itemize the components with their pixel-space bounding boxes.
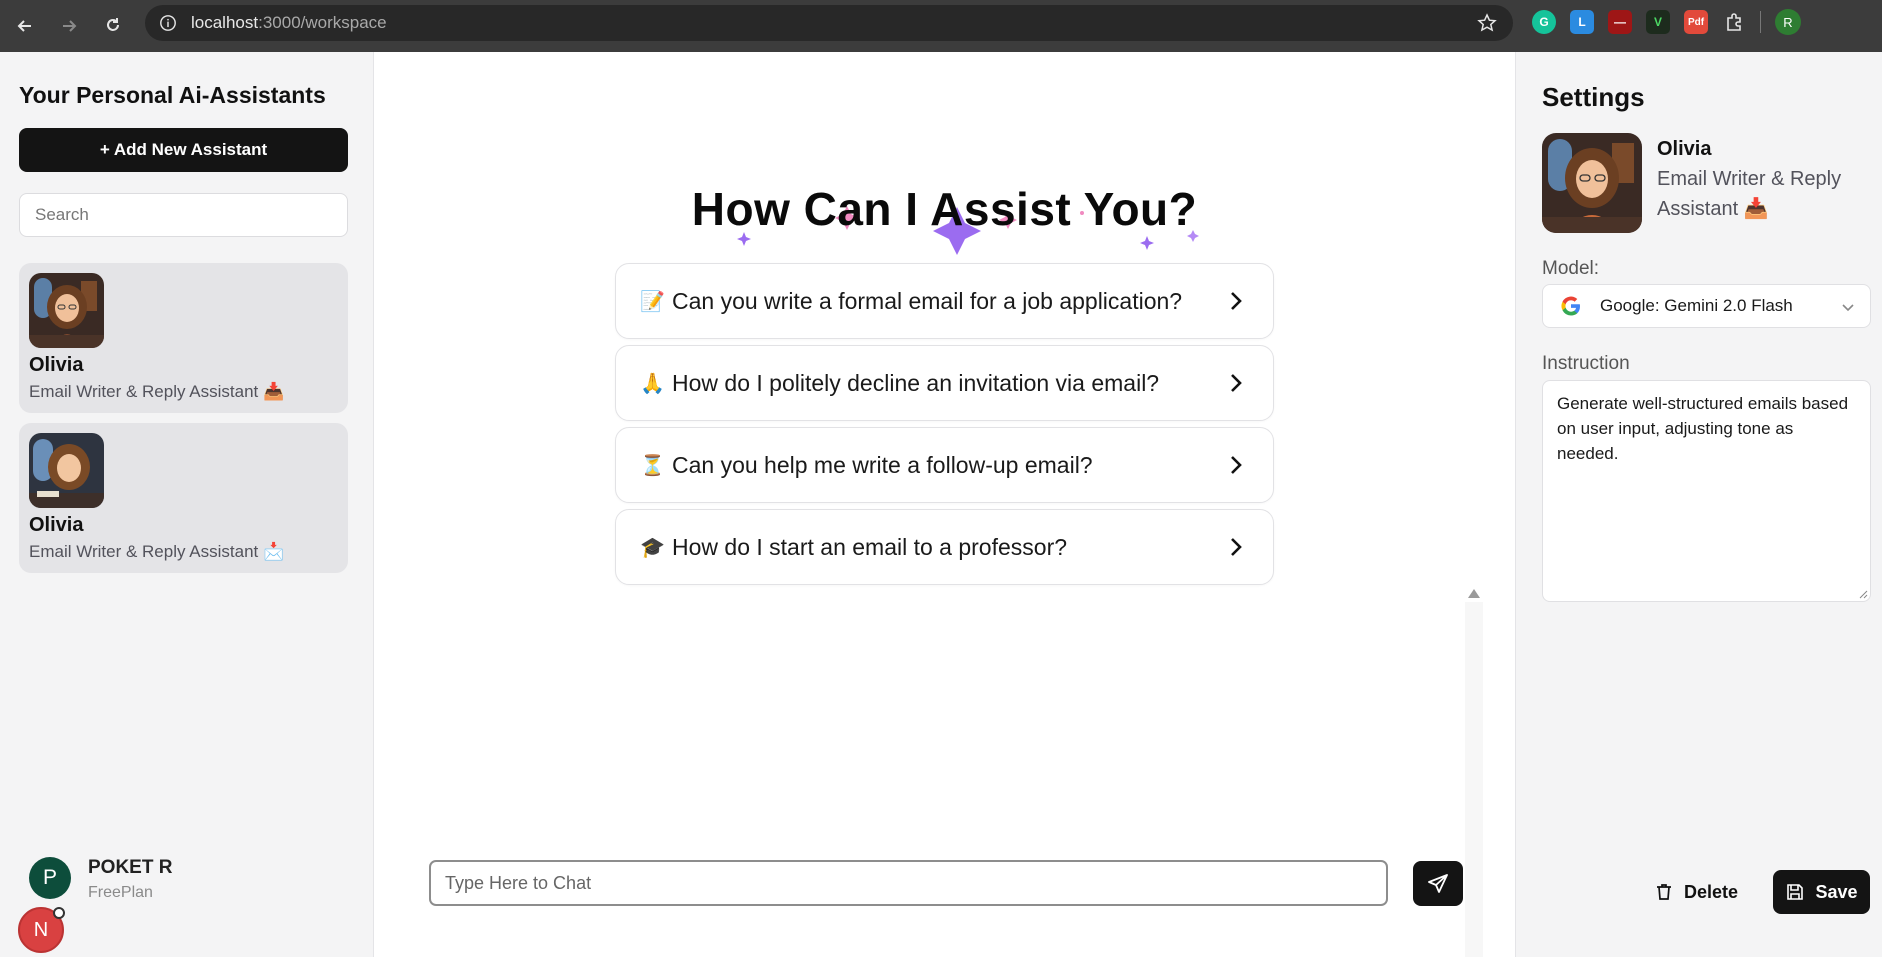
resize-grip-icon[interactable] — [1858, 589, 1868, 599]
chevron-right-icon — [1231, 292, 1242, 310]
profile-avatar[interactable]: R — [1775, 9, 1801, 35]
status-dot — [53, 907, 65, 919]
settings-title: Settings — [1542, 82, 1645, 112]
assistant-role: Email Writer & Reply Assistant 📥 — [29, 382, 285, 401]
settings-assistant-role: Email Writer & Reply Assistant 📥 — [1657, 168, 1842, 220]
assistant-role: Email Writer & Reply Assistant 📩 — [29, 542, 285, 561]
back-arrow-icon — [17, 20, 31, 32]
assistant-name: Olivia — [29, 514, 84, 536]
suggestion-emoji: 📝 — [640, 290, 665, 313]
suggestion-emoji: ⏳ — [640, 454, 665, 477]
save-button[interactable]: Save — [1773, 870, 1870, 914]
google-icon — [1561, 296, 1580, 316]
chat-input[interactable] — [429, 860, 1388, 906]
assistant-avatar — [29, 273, 104, 348]
user-name: POKET R — [88, 857, 173, 878]
sidebar-title: Your Personal Ai-Assistants — [19, 82, 326, 108]
suggestion-text: Can you help me write a follow-up email? — [672, 451, 1093, 478]
delete-button[interactable]: Delete — [1646, 870, 1746, 914]
save-disk-icon — [1787, 884, 1804, 900]
site-info-icon[interactable] — [157, 12, 179, 34]
pdf-icon[interactable]: Pdf — [1684, 10, 1708, 34]
chat-area: How Can I Assist You? 📝 Can you write a … — [374, 52, 1515, 957]
delete-label: Delete — [1683, 881, 1739, 902]
forward-button[interactable] — [52, 9, 86, 43]
url-text: localhost:3000/workspace — [191, 13, 387, 33]
url-host: localhost — [191, 13, 259, 32]
chevron-right-icon — [1231, 538, 1242, 556]
suggestion-card[interactable]: 🙏 How do I politely decline an invitatio… — [615, 345, 1274, 421]
user-avatar: P — [29, 857, 71, 899]
scrollbar-track[interactable] — [1465, 602, 1483, 957]
suggestion-card[interactable]: 🎓 How do I start an email to a professor… — [615, 509, 1274, 585]
chevron-right-icon — [1231, 456, 1242, 474]
model-label: Model: — [1542, 258, 1600, 279]
assistant-search-input[interactable] — [19, 193, 348, 237]
save-label: Save — [1815, 881, 1858, 902]
page-headline: How Can I Assist You? — [691, 183, 1198, 235]
lastpass-icon[interactable]: L — [1570, 10, 1594, 34]
bookmark-star-icon[interactable] — [1477, 13, 1497, 33]
instruction-label: Instruction — [1542, 353, 1630, 374]
browser-toolbar: localhost:3000/workspace G L — V Pdf R — [0, 0, 1882, 52]
scroll-up-arrow[interactable] — [1468, 589, 1480, 598]
instruction-textarea[interactable]: Generate well-structured emails based on… — [1542, 380, 1871, 602]
grammarly-icon[interactable]: G — [1532, 10, 1556, 34]
model-select[interactable]: Google: Gemini 2.0 Flash — [1542, 284, 1871, 328]
extensions-puzzle-icon[interactable] — [1722, 10, 1746, 34]
model-value: Google: Gemini 2.0 Flash — [1600, 296, 1793, 315]
user-profile[interactable]: P POKET R FreePlan — [29, 857, 172, 901]
ublock-icon[interactable]: — — [1608, 10, 1632, 34]
assistant-card[interactable]: Olivia Email Writer & Reply Assistant 📩 — [19, 423, 348, 573]
chevron-down-icon — [1842, 304, 1854, 312]
settings-panel: Settings Olivia Email Writer & Reply Ass… — [1515, 52, 1882, 957]
suggestion-emoji: 🎓 — [640, 536, 665, 559]
assistant-avatar — [1542, 133, 1642, 233]
add-new-assistant-button[interactable]: + Add New Assistant — [19, 128, 348, 172]
send-button[interactable] — [1413, 861, 1463, 906]
assistant-name: Olivia — [29, 354, 84, 376]
user-plan: FreePlan — [88, 884, 153, 901]
chevron-right-icon — [1231, 374, 1242, 392]
trash-icon — [1656, 884, 1671, 900]
send-icon — [1428, 873, 1448, 893]
assistants-sidebar: Your Personal Ai-Assistants + Add New As… — [0, 52, 374, 957]
assistant-avatar — [29, 433, 104, 508]
suggestion-text: How do I politely decline an invitation … — [672, 369, 1160, 396]
reload-button[interactable] — [96, 9, 130, 43]
suggestion-text: Can you write a formal email for a job a… — [672, 287, 1183, 314]
suggestion-emoji: 🙏 — [640, 372, 665, 395]
url-path: :3000/workspace — [258, 13, 387, 32]
reload-icon — [107, 18, 119, 31]
back-button[interactable] — [8, 9, 42, 43]
suggestion-card[interactable]: ⏳ Can you help me write a follow-up emai… — [615, 427, 1274, 503]
suggestion-card[interactable]: 📝 Can you write a formal email for a job… — [615, 263, 1274, 339]
suggestion-text: How do I start an email to a professor? — [672, 533, 1068, 560]
toolbar-divider — [1760, 11, 1761, 33]
assistant-card[interactable]: Olivia Email Writer & Reply Assistant 📥 — [19, 263, 348, 413]
address-bar[interactable]: localhost:3000/workspace — [145, 5, 1513, 41]
settings-assistant-name: Olivia — [1657, 138, 1712, 160]
forward-arrow-icon — [63, 20, 77, 32]
extensions-bar: G L — V Pdf R — [1532, 9, 1801, 35]
vim-icon[interactable]: V — [1646, 10, 1670, 34]
